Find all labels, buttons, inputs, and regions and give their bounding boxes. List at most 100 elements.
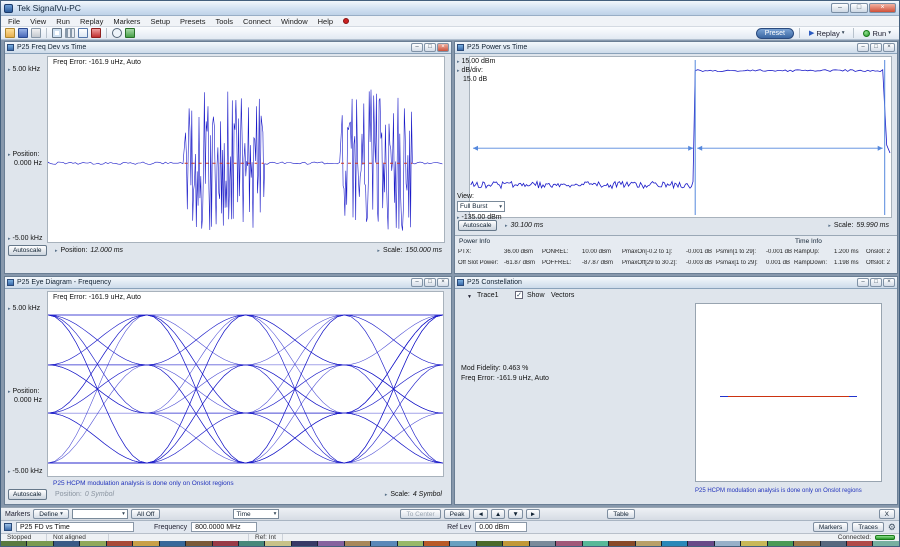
eye-titlebar[interactable]: P25 Eye Diagram - Frequency – □ × — [5, 277, 451, 289]
preset-button[interactable]: Preset — [755, 27, 794, 39]
menu-view[interactable]: View — [25, 16, 51, 26]
panel-maximize-button[interactable]: □ — [424, 278, 436, 287]
panel-close-button[interactable]: × — [883, 278, 895, 287]
menu-tools[interactable]: Tools — [210, 16, 238, 26]
taskbar-thumbnail[interactable] — [794, 541, 820, 546]
marker-icon[interactable] — [91, 28, 101, 38]
taskbar-thumbnail[interactable] — [688, 541, 714, 546]
menu-replay[interactable]: Replay — [75, 16, 108, 26]
taskbar-thumbnail[interactable] — [503, 541, 529, 546]
taskbar-thumbnail[interactable] — [556, 541, 582, 546]
trace-expander-icon[interactable]: ▼ — [467, 294, 472, 300]
marker-domain-dropdown[interactable]: Time ▾ — [233, 509, 280, 519]
taskbar-thumbnail[interactable] — [291, 541, 318, 546]
display-settings-icon[interactable] — [52, 28, 62, 38]
taskbar-thumbnail[interactable] — [820, 541, 846, 546]
taskbar-thumbnail[interactable] — [133, 541, 159, 546]
markers-panel-button[interactable]: Markers — [812, 522, 849, 532]
taskbar-thumbnail[interactable] — [212, 541, 238, 546]
window-close-button[interactable]: × — [869, 3, 896, 13]
taskbar-thumbnail[interactable] — [767, 541, 794, 546]
panel-maximize-button[interactable]: □ — [870, 43, 882, 52]
peak-higher-button[interactable]: ▲ — [490, 509, 506, 519]
taskbar-thumbnail[interactable] — [80, 541, 106, 546]
taskbar-thumbnail[interactable] — [582, 541, 609, 546]
taskbar-thumbnail[interactable] — [186, 541, 212, 546]
panel-minimize-button[interactable]: – — [411, 43, 423, 52]
taskbar-thumbnail[interactable] — [344, 541, 371, 546]
run-button[interactable]: Run ▾ — [859, 29, 895, 38]
taskbar-thumbnail[interactable] — [318, 541, 344, 546]
window-maximize-button[interactable]: □ — [850, 3, 868, 13]
power-plot[interactable] — [469, 56, 892, 218]
autoscale-button[interactable]: Autoscale — [8, 489, 47, 500]
traces-panel-button[interactable]: Traces — [852, 522, 884, 532]
autoscale-button[interactable]: Autoscale — [8, 245, 47, 256]
taskbar-thumbnail[interactable] — [476, 541, 503, 546]
autoscale-button[interactable]: Autoscale — [458, 220, 497, 231]
taskbar-thumbnail[interactable] — [159, 541, 186, 546]
menu-run[interactable]: Run — [51, 16, 75, 26]
taskbar-thumbnail[interactable] — [529, 541, 556, 546]
freq-dev-plot[interactable]: Freq Error: -161.9 uHz, Auto — [47, 56, 445, 243]
eye-plot[interactable]: Freq Error: -161.9 uHz, Auto — [47, 291, 444, 477]
menu-markers[interactable]: Markers — [108, 16, 145, 26]
panel-minimize-button[interactable]: – — [411, 278, 423, 287]
menu-presets[interactable]: Presets — [175, 16, 210, 26]
taskbar-thumbnail[interactable] — [635, 541, 661, 546]
menu-help[interactable]: Help — [313, 16, 338, 26]
peak-lower-button[interactable]: ▼ — [508, 509, 523, 519]
replay-button[interactable]: ▶ Replay ▾ — [805, 29, 849, 38]
measurement-selector[interactable]: P25 FD vs Time — [16, 522, 134, 532]
panel-maximize-button[interactable]: □ — [424, 43, 436, 52]
save-icon[interactable] — [18, 28, 28, 38]
taskbar-thumbnail[interactable] — [661, 541, 688, 546]
define-markers-button[interactable]: Define ▾ — [33, 509, 69, 519]
vectors-label[interactable]: Vectors — [551, 292, 574, 299]
menu-connect[interactable]: Connect — [238, 16, 276, 26]
constellation-titlebar[interactable]: P25 Constellation – □ × — [455, 277, 897, 289]
info-icon[interactable] — [125, 28, 135, 38]
setup-icon[interactable] — [65, 28, 75, 38]
marker-table-button[interactable]: Table — [607, 509, 635, 519]
taskbar-thumbnail[interactable] — [265, 541, 291, 546]
taskbar-thumbnail[interactable] — [397, 541, 423, 546]
panel-close-button[interactable]: × — [437, 43, 449, 52]
panel-close-button[interactable]: × — [883, 43, 895, 52]
taskbar-thumbnail[interactable] — [27, 541, 53, 546]
show-checkbox[interactable]: ✓ — [515, 291, 523, 299]
zoom-icon[interactable] — [112, 28, 122, 38]
settings-gear-icon[interactable]: ⚙ — [888, 522, 896, 532]
peak-button[interactable]: Peak — [443, 509, 471, 519]
marker-select-dropdown[interactable]: ▾ — [71, 509, 128, 519]
freq-dev-titlebar[interactable]: P25 Freq Dev vs Time – □ × — [5, 42, 451, 54]
taskbar-thumbnail[interactable] — [1, 541, 27, 546]
power-titlebar[interactable]: P25 Power vs Time – □ × — [455, 42, 897, 54]
taskbar-thumbnail[interactable] — [873, 541, 899, 546]
taskbar-thumbnail[interactable] — [714, 541, 741, 546]
taskbar-thumbnail[interactable] — [741, 541, 767, 546]
menu-file[interactable]: File — [3, 16, 25, 26]
view-dropdown[interactable]: Full Burst ▾ — [457, 201, 505, 212]
next-peak-button[interactable]: ► — [525, 509, 541, 519]
taskbar-thumbnail[interactable] — [450, 541, 476, 546]
all-off-button[interactable]: All Off — [130, 509, 161, 519]
panel-minimize-button[interactable]: – — [857, 278, 869, 287]
menu-window[interactable]: Window — [276, 16, 313, 26]
taskbar-thumbnail[interactable] — [424, 541, 450, 546]
menu-setup[interactable]: Setup — [145, 16, 175, 26]
taskbar-thumbnail[interactable] — [609, 541, 635, 546]
print-icon[interactable] — [31, 28, 41, 38]
window-titlebar[interactable]: Tek SignalVu-PC – □ × — [1, 1, 899, 16]
panel-minimize-button[interactable]: – — [857, 43, 869, 52]
constellation-plot[interactable] — [695, 303, 882, 482]
prev-peak-button[interactable]: ◄ — [473, 509, 488, 519]
frequency-input[interactable]: 800.0000 MHz — [191, 522, 258, 532]
markers-close-button[interactable]: X — [878, 509, 895, 519]
panel-close-button[interactable]: × — [437, 278, 449, 287]
taskbar-thumbnail[interactable] — [106, 541, 133, 546]
taskbar-thumbnail[interactable] — [847, 541, 873, 546]
panel-maximize-button[interactable]: □ — [870, 278, 882, 287]
ref-lev-input[interactable]: 0.00 dBm — [475, 522, 528, 532]
taskbar-thumbnail[interactable] — [238, 541, 265, 546]
